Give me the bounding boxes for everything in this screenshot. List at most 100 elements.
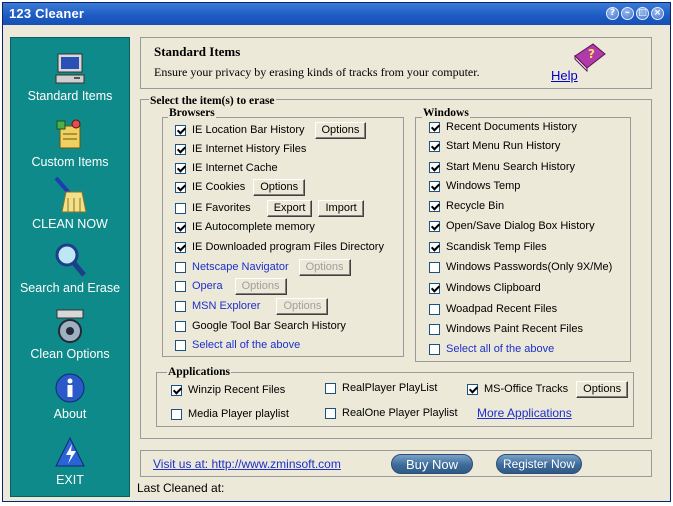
sidebar-item-standard-items[interactable]: Standard Items [11, 52, 129, 103]
checkbox[interactable] [175, 181, 186, 193]
register-now-button[interactable]: Register Now [496, 454, 582, 474]
more-applications-link[interactable]: More Applications [477, 406, 572, 420]
sidebar-item-label: EXIT [56, 473, 84, 487]
minimize-button[interactable]: – [621, 7, 634, 20]
ie-location-options-button[interactable]: Options [314, 121, 367, 139]
list-item[interactable]: IE Internet Cache [175, 159, 278, 177]
checkbox[interactable] [171, 408, 182, 420]
sidebar-item-clean-options[interactable]: Clean Options [11, 308, 129, 361]
help-title-button[interactable]: ? [606, 7, 619, 20]
list-item[interactable]: Recent Documents History [429, 118, 577, 136]
sidebar-item-label: Clean Options [30, 347, 110, 361]
list-item[interactable]: IE Favorites Export Import [175, 199, 364, 217]
checkbox[interactable] [175, 261, 186, 273]
list-item[interactable]: Windows Clipboard [429, 279, 541, 297]
applications-title: Applications [167, 366, 231, 378]
netscape-options-button[interactable]: Options [298, 258, 351, 276]
checkbox[interactable] [429, 323, 440, 335]
list-item[interactable]: Recycle Bin [429, 197, 504, 215]
item-label: Winzip Recent Files [188, 384, 286, 396]
sidebar-item-exit[interactable]: EXIT [11, 436, 129, 487]
exit-icon [55, 436, 85, 467]
list-item[interactable]: IE Location Bar History Options [175, 121, 367, 139]
list-item[interactable]: Windows Temp [429, 177, 520, 195]
export-button[interactable]: Export [266, 199, 313, 217]
checkbox[interactable] [325, 407, 336, 419]
checkbox[interactable] [429, 343, 440, 355]
list-item[interactable]: Select all of the above [429, 340, 554, 358]
sidebar-item-about[interactable]: About [11, 372, 129, 421]
list-item[interactable]: Start Menu Run History [429, 137, 560, 155]
checkbox[interactable] [429, 180, 440, 192]
title-bar[interactable]: 123 Cleaner ? – □ × [3, 3, 670, 25]
close-button[interactable]: × [651, 7, 664, 20]
list-item[interactable]: MS-Office Tracks Options [467, 380, 629, 398]
sidebar-item-custom-items[interactable]: Custom Items [11, 118, 129, 169]
sidebar-item-label: Search and Erase [19, 281, 121, 295]
item-label: RealOne Player Playlist [342, 407, 458, 419]
checkbox[interactable] [325, 382, 336, 394]
website-link[interactable]: Visit us at: http://www.zminsoft.com [153, 457, 341, 471]
item-label: IE Location Bar History [192, 124, 305, 136]
checkbox[interactable] [175, 162, 186, 174]
list-item[interactable]: RealOne Player Playlist [325, 404, 458, 422]
sidebar-item-clean-now[interactable]: CLEAN NOW [11, 176, 129, 231]
footer-panel: Visit us at: http://www.zminsoft.com Buy… [140, 450, 652, 477]
checkbox[interactable] [429, 282, 440, 294]
checkbox[interactable] [429, 261, 440, 273]
item-label: Windows Paint Recent Files [446, 323, 583, 335]
opera-options-button[interactable]: Options [234, 277, 287, 295]
list-item[interactable]: Select all of the above [175, 336, 300, 354]
checkbox[interactable] [175, 300, 186, 312]
import-button[interactable]: Import [318, 199, 364, 217]
sidebar-item-search-and-erase[interactable]: Search and Erase [11, 242, 129, 295]
item-label: IE Cookies [192, 181, 246, 193]
checkbox[interactable] [175, 143, 186, 155]
list-item[interactable]: Woadpad Recent Files [429, 300, 557, 318]
checkbox[interactable] [175, 320, 186, 332]
checkbox[interactable] [175, 241, 186, 253]
page-title: Standard Items [154, 44, 241, 59]
list-item[interactable]: Winzip Recent Files [171, 381, 285, 399]
item-label: Opera [192, 280, 223, 292]
checkbox[interactable] [429, 200, 440, 212]
list-item[interactable]: Start Menu Search History [429, 158, 575, 176]
checkbox[interactable] [429, 220, 440, 232]
list-item[interactable]: IE Cookies Options [175, 178, 306, 196]
list-item[interactable]: Open/Save Dialog Box History [429, 217, 595, 235]
list-item[interactable]: Scandisk Temp Files [429, 238, 547, 256]
list-item[interactable]: Google Tool Bar Search History [175, 317, 346, 335]
checkbox[interactable] [171, 384, 182, 396]
checkbox[interactable] [175, 280, 186, 292]
checkbox[interactable] [175, 339, 186, 351]
list-item[interactable]: IE Downloaded program Files Directory [175, 238, 384, 256]
list-item[interactable]: Windows Paint Recent Files [429, 320, 583, 338]
checkbox[interactable] [175, 124, 186, 136]
list-item[interactable]: IE Autocomplete memory [175, 218, 315, 236]
list-item[interactable]: IE Internet History Files [175, 140, 306, 158]
list-item[interactable]: Windows Passwords(Only 9X/Me) [429, 258, 612, 276]
list-item[interactable]: Netscape Navigator Options [175, 258, 351, 276]
computer-icon [55, 53, 85, 84]
list-item[interactable]: Media Player playlist [171, 405, 289, 423]
list-item[interactable]: Opera Options [175, 277, 287, 295]
ie-cookies-options-button[interactable]: Options [253, 178, 306, 196]
checkbox[interactable] [429, 121, 440, 133]
checkbox[interactable] [429, 303, 440, 315]
checkbox[interactable] [429, 241, 440, 253]
msn-options-button[interactable]: Options [276, 297, 329, 315]
buy-now-button[interactable]: Buy Now [391, 454, 473, 474]
help-link[interactable]: Help [551, 68, 578, 83]
checkbox[interactable] [175, 221, 186, 233]
list-item[interactable]: RealPlayer PlayList [325, 379, 437, 397]
item-label: IE Autocomplete memory [192, 221, 315, 233]
checkbox[interactable] [467, 383, 478, 395]
item-label: Scandisk Temp Files [446, 241, 547, 253]
checkbox[interactable] [429, 161, 440, 173]
checkbox[interactable] [429, 140, 440, 152]
checkbox[interactable] [175, 202, 186, 214]
list-item[interactable]: MSN Explorer Options [175, 297, 329, 315]
ms-office-options-button[interactable]: Options [576, 380, 629, 398]
maximize-button[interactable]: □ [636, 7, 649, 20]
item-label: Media Player playlist [188, 408, 289, 420]
